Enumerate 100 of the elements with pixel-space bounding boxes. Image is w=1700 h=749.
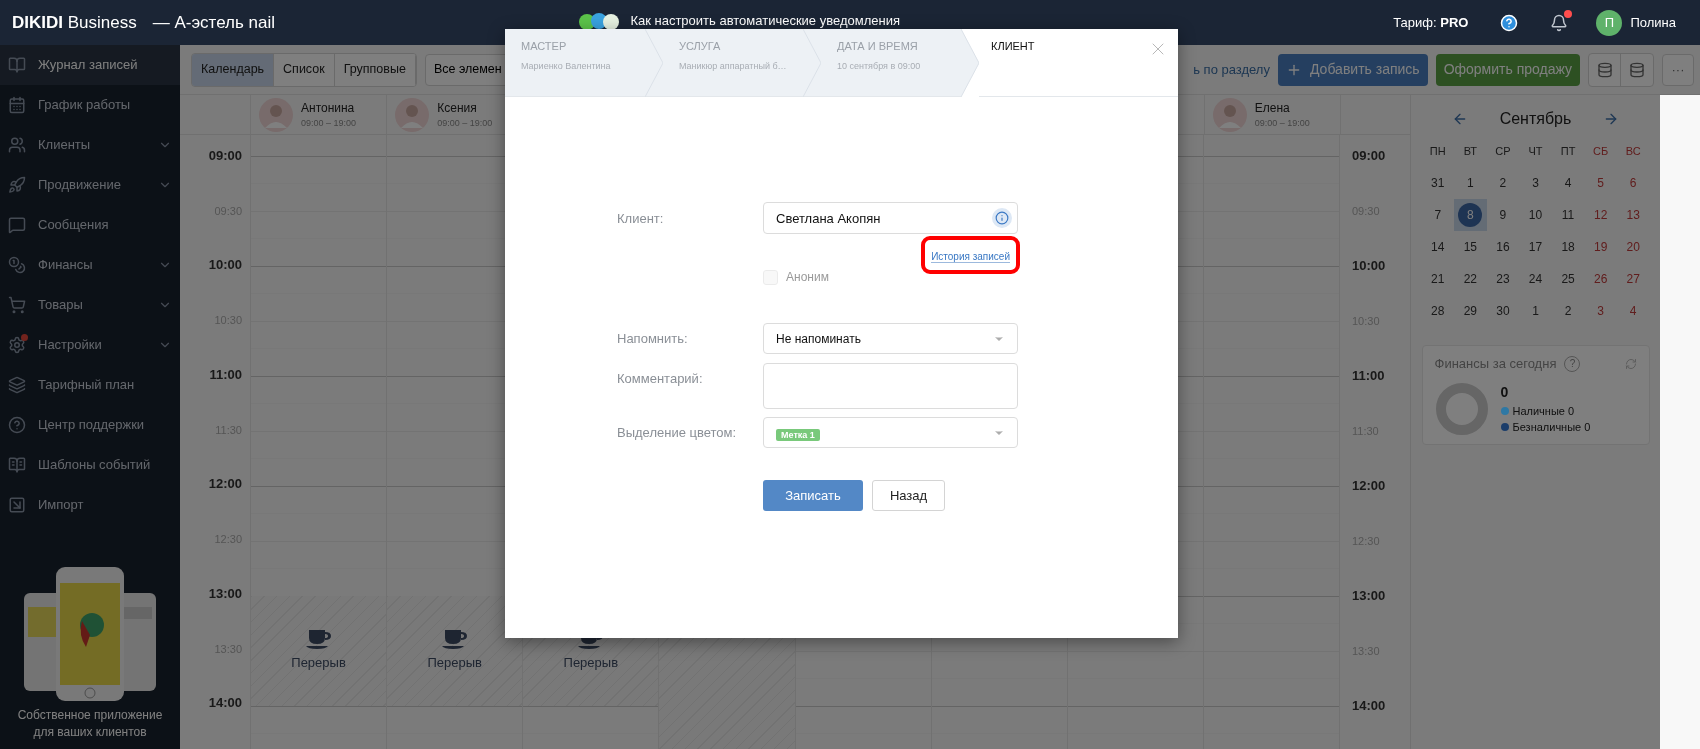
rocket-icon (8, 176, 26, 194)
refresh-icon[interactable] (1624, 357, 1637, 370)
book-icon (8, 56, 26, 74)
sidebar-item[interactable]: Сообщения (0, 205, 180, 245)
sidebar-item[interactable]: Клиенты (0, 125, 180, 165)
break-label: Перерыв (563, 654, 619, 673)
wizard-step[interactable]: ДАТА И ВРЕМЯ 10 сентября в 09:00 (821, 29, 961, 96)
history-link[interactable]: История записей (931, 251, 1010, 263)
sidebar-item[interactable]: Центр поддержки (0, 405, 180, 445)
sidebar-item[interactable]: Журнал записей (0, 45, 180, 85)
time-label: 11:00 (209, 365, 242, 384)
user-avatar[interactable]: П (1596, 9, 1623, 36)
avatar (1212, 97, 1247, 132)
time-label: 12:00 (208, 475, 242, 494)
calendar-day[interactable]: 14 (1431, 238, 1445, 256)
calendar-day[interactable]: 28 (1431, 302, 1445, 320)
time-label: 10:00 (1352, 257, 1386, 275)
finance-title: Финансы за сегодня (1434, 355, 1557, 373)
time-label: 14:00 (208, 694, 242, 713)
sidebar-item[interactable]: Финансы (0, 245, 180, 285)
calendar-day[interactable]: 16 (1496, 238, 1510, 256)
client-field[interactable]: Светлана Акопян (763, 202, 1018, 234)
calendar-day[interactable]: 25 (1561, 270, 1575, 288)
calendar-day[interactable]: 1 (1467, 174, 1474, 192)
remind-select[interactable]: Не напоминать (763, 323, 1018, 354)
comment-field[interactable] (763, 363, 1018, 409)
calendar-day[interactable]: 9 (1499, 206, 1507, 224)
calendar-day[interactable]: 23 (1496, 270, 1510, 288)
weekday-label: ВТ (1462, 143, 1478, 159)
sidebar-item[interactable]: Тарифный план (0, 365, 180, 405)
chat-icon (8, 216, 26, 234)
time-label: 09:00 (208, 146, 242, 165)
staff-name: Антонина (301, 99, 356, 117)
setup-tip-link[interactable]: Как настроить автоматические уведомления (630, 14, 900, 27)
legend-label: Наличные 0 (1512, 403, 1575, 419)
calendar-day[interactable]: 10 (1528, 206, 1543, 224)
anonymous-label: Аноним (786, 269, 829, 286)
calendar-day[interactable]: 13 (1626, 206, 1640, 224)
calendar-day[interactable]: 2 (1564, 302, 1572, 320)
time-label: 11:00 (1352, 367, 1385, 385)
calendar-day[interactable]: 31 (1431, 174, 1445, 192)
checkout-button[interactable]: Оформить продажу (1435, 53, 1580, 86)
weekday-label: ПН (1428, 143, 1447, 159)
calendar-day[interactable]: 29 (1463, 302, 1478, 320)
time-label: 12:00 (1352, 477, 1386, 495)
sidebar-item[interactable]: Настройки (0, 325, 180, 365)
calendar-day[interactable]: 2 (1499, 174, 1507, 192)
wizard-step[interactable]: УСЛУГА Маникюр аппаратный б… (663, 29, 803, 96)
layers-icon (8, 376, 26, 394)
coins-plus-icon (1596, 61, 1613, 78)
calendar-day[interactable]: 20 (1626, 238, 1640, 256)
calendar-day[interactable]: 30 (1496, 302, 1510, 320)
calendar-day[interactable]: 1 (1532, 302, 1539, 320)
brand-logo[interactable]: DIKIDI Business (12, 9, 137, 36)
calendar-day[interactable]: 21 (1431, 270, 1445, 288)
calendar-day[interactable]: 15 (1463, 238, 1478, 256)
calendar-day[interactable]: 17 (1528, 238, 1543, 256)
calendar-day[interactable]: 22 (1463, 270, 1478, 288)
calendar-day[interactable]: 8 (1458, 203, 1483, 227)
calendar-day[interactable]: 3 (1597, 302, 1604, 320)
calendar-day[interactable]: 24 (1528, 270, 1543, 288)
calendar-day[interactable]: 6 (1629, 174, 1637, 192)
time-label: 13:00 (208, 584, 242, 603)
calendar-day[interactable]: 7 (1434, 206, 1442, 224)
calendar-day[interactable]: 27 (1626, 270, 1640, 288)
calendar-day[interactable]: 12 (1593, 206, 1608, 224)
weekday-label: СР (1494, 143, 1512, 159)
back-button[interactable]: Назад (872, 480, 945, 511)
calendar-day[interactable]: 3 (1532, 174, 1539, 192)
calendar-day[interactable]: 19 (1593, 238, 1608, 256)
notifications-button[interactable] (1550, 13, 1569, 32)
coins-minus-icon (1629, 61, 1645, 78)
sidebar-item[interactable]: Импорт (0, 485, 180, 525)
calendar-day[interactable]: 4 (1564, 174, 1572, 192)
color-tag: Метка 1 (776, 428, 820, 441)
view-tab[interactable]: Список (274, 53, 335, 86)
add-booking-button[interactable]: Добавить запись (1277, 53, 1428, 86)
weekday-label: ВС (1624, 143, 1642, 159)
sidebar-item[interactable]: График работы (0, 85, 180, 125)
promo-text: Собственное приложение для ваших клиентов (16, 707, 164, 741)
more-button[interactable]: ··· (1662, 53, 1694, 86)
calendar-day[interactable]: 18 (1561, 238, 1575, 256)
calendar-day[interactable]: 5 (1597, 174, 1604, 192)
client-label: Клиент: (617, 210, 665, 228)
view-tab[interactable]: Групповые (334, 53, 416, 86)
view-tab[interactable]: Календарь (192, 53, 275, 86)
help-icon[interactable] (1500, 13, 1519, 32)
user-name[interactable]: Полина (1630, 12, 1676, 33)
import-icon (8, 496, 26, 514)
calendar-day[interactable]: 11 (1561, 206, 1575, 224)
sidebar-item[interactable]: Шаблоны событий (0, 445, 180, 485)
calendar-day[interactable]: 4 (1629, 302, 1637, 320)
sidebar-item[interactable]: Продвижение (0, 165, 180, 205)
calendar-day[interactable]: 26 (1593, 270, 1608, 288)
submit-button[interactable]: Записать (763, 480, 863, 511)
sidebar-item[interactable]: Товары (0, 285, 180, 325)
help-icon (8, 416, 26, 434)
time-label: 14:00 (1352, 697, 1386, 715)
legend-label: Безналичные 0 (1512, 420, 1591, 435)
section-filter-link[interactable]: ь по разделу (1193, 59, 1270, 80)
